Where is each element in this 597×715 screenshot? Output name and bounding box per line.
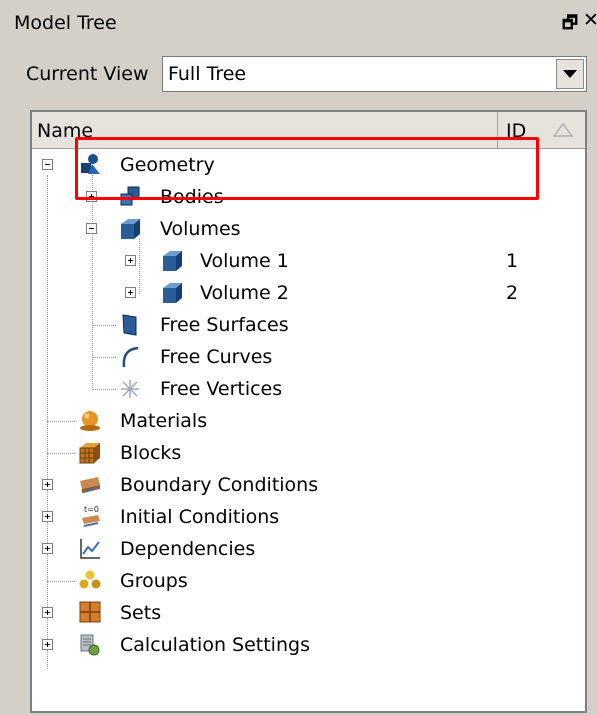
tree-item-free-vertices[interactable]: Free Vertices [32, 374, 582, 406]
free-vertex-icon [121, 380, 139, 398]
tree-item-volume-1[interactable]: Volume 1 1 [32, 246, 582, 278]
tree-item-materials[interactable]: Materials [32, 406, 582, 438]
tree-item-initial-conditions[interactable]: t=0 Initial Conditions [32, 502, 582, 534]
volume-icon [163, 283, 182, 303]
tree-item-volumes[interactable]: Volumes [32, 214, 582, 246]
tree-item-sets[interactable]: Sets [32, 598, 582, 630]
chevron-down-icon[interactable] [556, 59, 584, 89]
tree-item-label: Free Surfaces [160, 314, 289, 336]
tree-item-free-curves[interactable]: Free Curves [32, 342, 582, 374]
tree-item-label: Free Vertices [160, 378, 283, 400]
volume-icon [163, 251, 182, 271]
expand-icon[interactable] [125, 255, 136, 266]
tree-item-boundary-conditions[interactable]: Boundary Conditions [32, 470, 582, 502]
tree-item-label: Volumes [160, 218, 241, 240]
volume-icon [121, 219, 140, 239]
expand-icon[interactable] [42, 479, 53, 490]
sort-ascending-icon[interactable] [553, 122, 573, 138]
tree-item-groups[interactable]: Groups [32, 566, 582, 598]
tree-item-free-surfaces[interactable]: Free Surfaces [32, 310, 582, 342]
tree-item-label: Materials [120, 410, 208, 432]
collapse-icon[interactable] [42, 159, 53, 170]
tree-item-label: Blocks [120, 442, 182, 464]
close-icon[interactable]: ✕ [583, 9, 597, 31]
collapse-icon[interactable] [86, 223, 97, 234]
current-view-select[interactable]: Full Tree [162, 56, 587, 92]
sets-icon [79, 601, 101, 623]
svg-text:t=0: t=0 [84, 505, 99, 514]
expand-icon[interactable] [42, 607, 53, 618]
groups-icon [79, 570, 101, 589]
tree-item-blocks[interactable]: Blocks [32, 438, 582, 470]
dependencies-icon [80, 539, 100, 559]
tree-item-label: Boundary Conditions [120, 474, 319, 496]
free-curve-icon [122, 346, 139, 368]
panel-title-bar: Model Tree 🗗 ✕ [0, 0, 597, 46]
blocks-icon [79, 443, 100, 464]
calculation-settings-icon [80, 634, 100, 656]
initial-conditions-icon: t=0 [82, 505, 100, 527]
tree-item-id: 1 [506, 250, 519, 272]
tree-item-label: Volume 2 [200, 282, 289, 304]
current-view-value: Full Tree [168, 63, 247, 85]
model-tree-panel: Model Tree 🗗 ✕ Current View Full Tree Na… [0, 0, 597, 715]
tree-item-label: Groups [120, 570, 188, 592]
boundary-conditions-icon [80, 477, 100, 493]
current-view-label: Current View [26, 63, 149, 85]
free-surface-icon [122, 314, 137, 336]
tree-item-label: Dependencies [120, 538, 256, 560]
tree-item-id: 2 [506, 282, 519, 304]
tree-view[interactable]: Name ID Geometry Bodies Volumes Volume 1… [30, 110, 587, 713]
expand-icon[interactable] [42, 543, 53, 554]
tree-item-volume-2[interactable]: Volume 2 2 [32, 278, 582, 310]
expand-icon[interactable] [42, 639, 53, 650]
tree-item-label: Calculation Settings [120, 634, 310, 656]
float-panel-icon[interactable]: 🗗 [562, 10, 578, 39]
tree-item-label: Volume 1 [200, 250, 289, 272]
highlight-box [75, 137, 539, 200]
materials-icon [80, 411, 100, 431]
tree-item-label: Initial Conditions [120, 506, 280, 528]
expand-icon[interactable] [125, 287, 136, 298]
panel-title: Model Tree [14, 12, 117, 34]
tree-item-label: Sets [120, 602, 162, 624]
tree-item-label: Free Curves [160, 346, 273, 368]
expand-icon[interactable] [42, 511, 53, 522]
tree-item-dependencies[interactable]: Dependencies [32, 534, 582, 566]
tree-item-calculation-settings[interactable]: Calculation Settings [32, 630, 582, 662]
